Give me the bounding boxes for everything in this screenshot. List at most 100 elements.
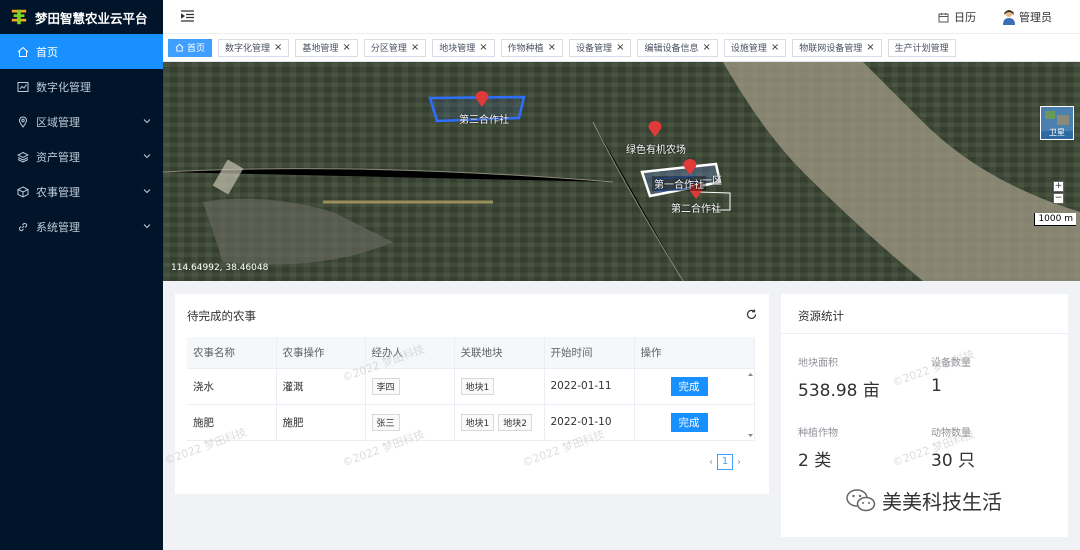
top-header: 日历 管理员 [163,0,1080,34]
complete-button[interactable]: 完成 [670,412,708,432]
chart-icon [17,81,29,92]
tab-plan[interactable]: 生产计划管理 [887,38,956,57]
tasks-table: 农事名称 农事操作 经办人 关联地块 开始时间 操作 浇水 灌溉 李四 地块1 … [187,337,755,441]
tab-label: 编辑设备信息 [644,44,699,54]
close-icon[interactable]: × [411,42,419,53]
stat-label: 设备数量 [931,358,971,369]
calendar-link[interactable]: 日历 [938,9,976,25]
sidebar-item-home[interactable]: 首页 [0,34,163,69]
prev-page-icon[interactable]: ‹ [709,457,713,468]
tab-device[interactable]: 设备管理 × [569,38,632,57]
stat-value: 2 类 [798,451,832,471]
task-handler-cell: 李四 [365,368,455,405]
task-action-cell: 完成 [634,368,755,405]
task-operation: 灌溉 [276,368,366,405]
pending-tasks-panel: 待完成的农事 农事名称 农事操作 经办人 关联地块 开始时间 操作 浇水 灌溉 … [175,294,769,494]
menu-fold-icon[interactable] [181,10,194,22]
zoom-out-button[interactable]: − [1053,193,1064,204]
user-label: 管理员 [1019,11,1052,24]
tab-label: 设备管理 [576,44,613,54]
close-icon[interactable]: × [616,42,624,53]
map-scale: 1000 m [1034,213,1076,226]
stat-device-count: 设备数量 1 [931,354,971,396]
sidebar-item-system[interactable]: 系统管理 [0,209,163,244]
sidebar-item-farming[interactable]: 农事管理 [0,174,163,209]
sidebar-item-region[interactable]: 区域管理 [0,104,163,139]
table-scrollbar[interactable] [747,371,754,439]
close-icon[interactable]: × [866,42,874,53]
column-header: 操作 [634,337,755,369]
sidebar-item-label: 农事管理 [36,185,80,199]
tab-crop[interactable]: 作物种植 × [500,38,564,57]
tab-base[interactable]: 基地管理 × [295,38,358,57]
column-header: 农事操作 [276,337,366,369]
task-plots-cell: 地块1 地块2 [454,404,545,441]
wechat-icon [846,488,876,511]
tab-iot[interactable]: 物联网设备管理 × [792,38,882,57]
sidebar-item-label: 系统管理 [36,220,80,234]
sidebar: 梦田智慧农业云平台 首页 数字化管理 区域管理 资产管理 农事管理 系统管理 [0,0,163,550]
stat-crops: 种植作物 2 类 [798,424,838,471]
satellite-toggle-button[interactable]: 卫星 [1040,106,1074,140]
table-header-row: 农事名称 农事操作 经办人 关联地块 开始时间 操作 [187,337,755,369]
task-name: 浇水 [187,368,277,405]
chevron-down-icon [143,189,151,194]
complete-button[interactable]: 完成 [670,376,708,396]
user-menu[interactable]: 管理员 [1002,9,1052,25]
stat-value: 1 [931,376,942,396]
logo-icon [11,9,27,25]
task-name: 施肥 [187,404,277,441]
tab-label: 数字化管理 [225,44,271,54]
pagination: ‹ 1 › [709,454,741,470]
sidebar-item-digital[interactable]: 数字化管理 [0,69,163,104]
sidebar-item-label: 数字化管理 [36,80,91,94]
map-label: 绿色有机农场 [626,145,686,156]
brand[interactable]: 梦田智慧农业云平台 [0,0,163,34]
panel-title: 资源统计 [798,309,844,323]
column-header: 经办人 [365,337,455,369]
calendar-label: 日历 [954,11,976,24]
stat-value: 538.98 亩 [798,381,880,401]
close-icon[interactable]: × [274,42,282,53]
wechat-watermark: 美美科技生活 [846,486,1002,515]
sidebar-item-assets[interactable]: 资产管理 [0,139,163,174]
refresh-icon[interactable] [746,309,757,320]
chevron-down-icon [143,224,151,229]
sidebar-item-label: 资产管理 [36,150,80,164]
stat-label: 动物数量 [931,428,971,439]
plot-tag: 地块1 [460,377,495,395]
calendar-icon [938,12,949,22]
map-label: 第一合作社 [652,176,706,191]
satellite-map[interactable]: 第三合作社 绿色有机农场 第一合作社 一区 第二合作社 114.64992, 3… [163,62,1080,281]
close-icon[interactable]: × [771,42,779,53]
zoom-in-button[interactable]: + [1053,181,1064,192]
close-icon[interactable]: × [479,42,487,53]
map-label: 一区 [702,176,722,187]
plot-tag: 地块2 [498,413,532,431]
tab-label: 首页 [187,44,206,54]
tab-edit-device[interactable]: 编辑设备信息 × [637,38,718,57]
plot-tag: 地块1 [460,413,495,431]
close-icon[interactable]: × [702,42,710,53]
tab-home[interactable]: 首页 [168,38,213,57]
tab-plot[interactable]: 地块管理 × [432,38,495,57]
avatar [1003,10,1015,25]
stat-animals: 动物数量 30 只 [931,424,975,471]
page-number[interactable]: 1 [717,454,733,470]
close-icon[interactable]: × [548,42,556,53]
sidebar-item-label: 区域管理 [36,115,80,129]
layers-icon [17,151,29,163]
home-icon [17,46,29,57]
next-page-icon[interactable]: › [737,457,741,468]
tab-facility[interactable]: 设施管理 × [723,38,787,57]
panel-title: 待完成的农事 [187,309,256,323]
close-icon[interactable]: × [342,42,350,53]
tab-zone[interactable]: 分区管理 × [363,38,427,57]
column-header: 农事名称 [187,337,277,369]
chevron-down-icon [143,154,151,159]
link-icon [18,222,28,231]
tab-label: 生产计划管理 [894,44,949,54]
tab-label: 分区管理 [370,44,407,54]
tab-label: 地块管理 [439,44,476,54]
tab-digital[interactable]: 数字化管理 × [218,38,290,57]
